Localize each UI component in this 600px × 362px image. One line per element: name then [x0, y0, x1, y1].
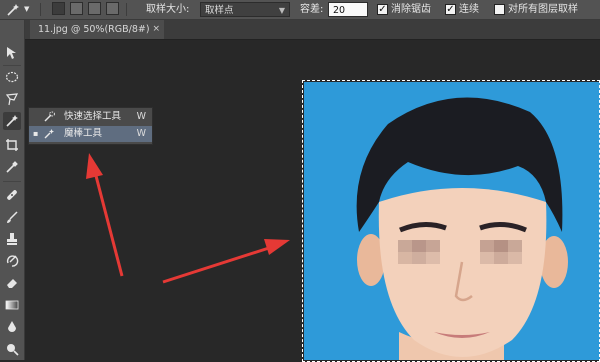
magic-wand-icon: [44, 129, 54, 139]
contiguous-checkbox[interactable]: ✓: [445, 4, 456, 15]
marquee-icon: [5, 71, 19, 83]
brush-icon: [7, 211, 18, 223]
tolerance-input[interactable]: 20: [328, 2, 368, 17]
magic-wand-tool[interactable]: [3, 112, 21, 130]
history-brush-icon: [6, 255, 19, 267]
magic-wand-icon: [6, 115, 18, 127]
blur-icon: [8, 321, 16, 332]
arrow-to-flyout: [86, 153, 124, 277]
blur-tool[interactable]: [3, 318, 21, 336]
intersect-selection-button[interactable]: [106, 2, 119, 15]
magic-wand-icon: [7, 4, 19, 16]
tools-panel: [0, 20, 25, 360]
portrait-photo: [356, 97, 568, 360]
document-tab[interactable]: 11.jpg @ 50%(RGB/8#) ×: [30, 20, 164, 39]
options-bar: ▼ 取样大小: 取样点 ▼ 容差: 20 ✓ 消除锯齿 ✓ 连续 对所有图层取样: [0, 0, 600, 20]
anti-alias-label: 消除锯齿: [391, 4, 431, 15]
flyout-item-shortcut: W: [136, 128, 146, 139]
lasso-tool[interactable]: [3, 90, 21, 108]
arrow-to-canvas: [162, 239, 290, 284]
sample-all-layers-checkbox[interactable]: [494, 4, 505, 15]
crop-tool[interactable]: [3, 136, 21, 154]
tool-divider: [3, 181, 21, 182]
sample-all-layers-label: 对所有图层取样: [508, 4, 578, 15]
sample-size-label: 取样大小:: [146, 4, 190, 15]
flyout-item-label: 快速选择工具: [64, 111, 122, 122]
photo-face: [378, 188, 547, 357]
healing-brush-tool[interactable]: [3, 186, 21, 204]
eraser-tool[interactable]: [3, 274, 21, 292]
move-tool[interactable]: [3, 44, 21, 62]
tool-preset-picker[interactable]: ▼: [2, 0, 36, 19]
flyout-item-quick-selection[interactable]: 快速选择工具 W: [29, 109, 152, 125]
brush-tool[interactable]: [3, 208, 21, 226]
anti-alias-checkbox[interactable]: ✓: [377, 4, 388, 15]
chevron-down-icon: ▼: [278, 6, 285, 15]
gradient-tool[interactable]: [3, 296, 21, 314]
options-divider: [126, 3, 127, 16]
dodge-icon: [7, 344, 19, 356]
chevron-down-icon: ▼: [24, 5, 30, 13]
new-selection-button[interactable]: [52, 2, 65, 15]
flyout-item-label: 魔棒工具: [64, 128, 103, 139]
contiguous-label: 连续: [459, 4, 479, 15]
flyout-item-shortcut: W: [136, 111, 146, 122]
subtract-from-selection-button[interactable]: [88, 2, 101, 15]
document-canvas[interactable]: [304, 82, 600, 360]
quick-selection-icon: [44, 111, 55, 122]
close-icon[interactable]: ×: [152, 20, 160, 39]
lasso-icon: [5, 93, 19, 106]
history-brush-tool[interactable]: [3, 252, 21, 270]
sample-size-value: 取样点: [205, 5, 234, 16]
options-divider: [40, 3, 41, 16]
flyout-item-magic-wand[interactable]: ▪ 魔棒工具 W: [29, 126, 152, 142]
healing-brush-icon: [7, 190, 17, 200]
move-icon: [7, 47, 16, 59]
document-tab-bar: 11.jpg @ 50%(RGB/8#) ×: [24, 20, 600, 40]
check-icon: ✓: [378, 4, 387, 15]
selected-marker-icon: ▪: [33, 129, 39, 138]
document-tab-title: 11.jpg @ 50%(RGB/8#): [38, 24, 150, 35]
crop-icon: [6, 139, 18, 151]
sample-size-select[interactable]: 取样点 ▼: [200, 2, 290, 17]
add-to-selection-button[interactable]: [70, 2, 83, 15]
check-icon: ✓: [446, 4, 455, 15]
eyedropper-icon: [6, 161, 18, 173]
tolerance-label: 容差:: [300, 4, 324, 15]
gradient-icon: [5, 300, 19, 310]
marquee-tool[interactable]: [3, 68, 21, 86]
clone-stamp-tool[interactable]: [3, 230, 21, 248]
clone-stamp-icon: [7, 233, 17, 245]
eraser-icon: [7, 279, 17, 288]
eyedropper-tool[interactable]: [3, 158, 21, 176]
tool-flyout-menu: 快速选择工具 W ▪ 魔棒工具 W: [28, 107, 153, 145]
tool-divider: [3, 65, 21, 66]
dodge-tool[interactable]: [3, 340, 21, 358]
